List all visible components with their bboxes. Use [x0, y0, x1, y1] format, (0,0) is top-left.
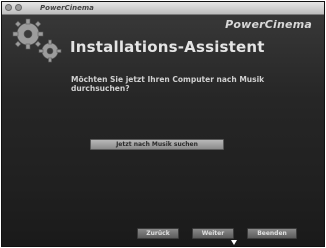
- back-button[interactable]: Zurück: [137, 228, 179, 239]
- window-button-icon[interactable]: [5, 4, 12, 11]
- finish-button[interactable]: Beenden: [247, 228, 297, 239]
- wizard-footer: Zurück Weiter Beenden: [2, 224, 324, 246]
- window-controls: [5, 4, 22, 11]
- wizard-question: Möchten Sie jetzt Ihren Computer nach Mu…: [71, 75, 265, 93]
- search-music-button[interactable]: Jetzt nach Musik suchen: [90, 139, 224, 150]
- gears-icon: [12, 18, 62, 63]
- window-button-icon[interactable]: [15, 4, 22, 11]
- brand-logo: PowerCinema: [225, 18, 312, 31]
- title-bar: PowerCinema: [2, 2, 324, 15]
- installation-wizard-window: PowerCinema PowerCinema Installations-As…: [1, 1, 325, 247]
- next-button[interactable]: Weiter: [192, 228, 234, 239]
- mouse-cursor-icon: [231, 240, 237, 245]
- app-title: PowerCinema: [40, 4, 94, 12]
- wizard-heading: Installations-Assistent: [70, 38, 265, 56]
